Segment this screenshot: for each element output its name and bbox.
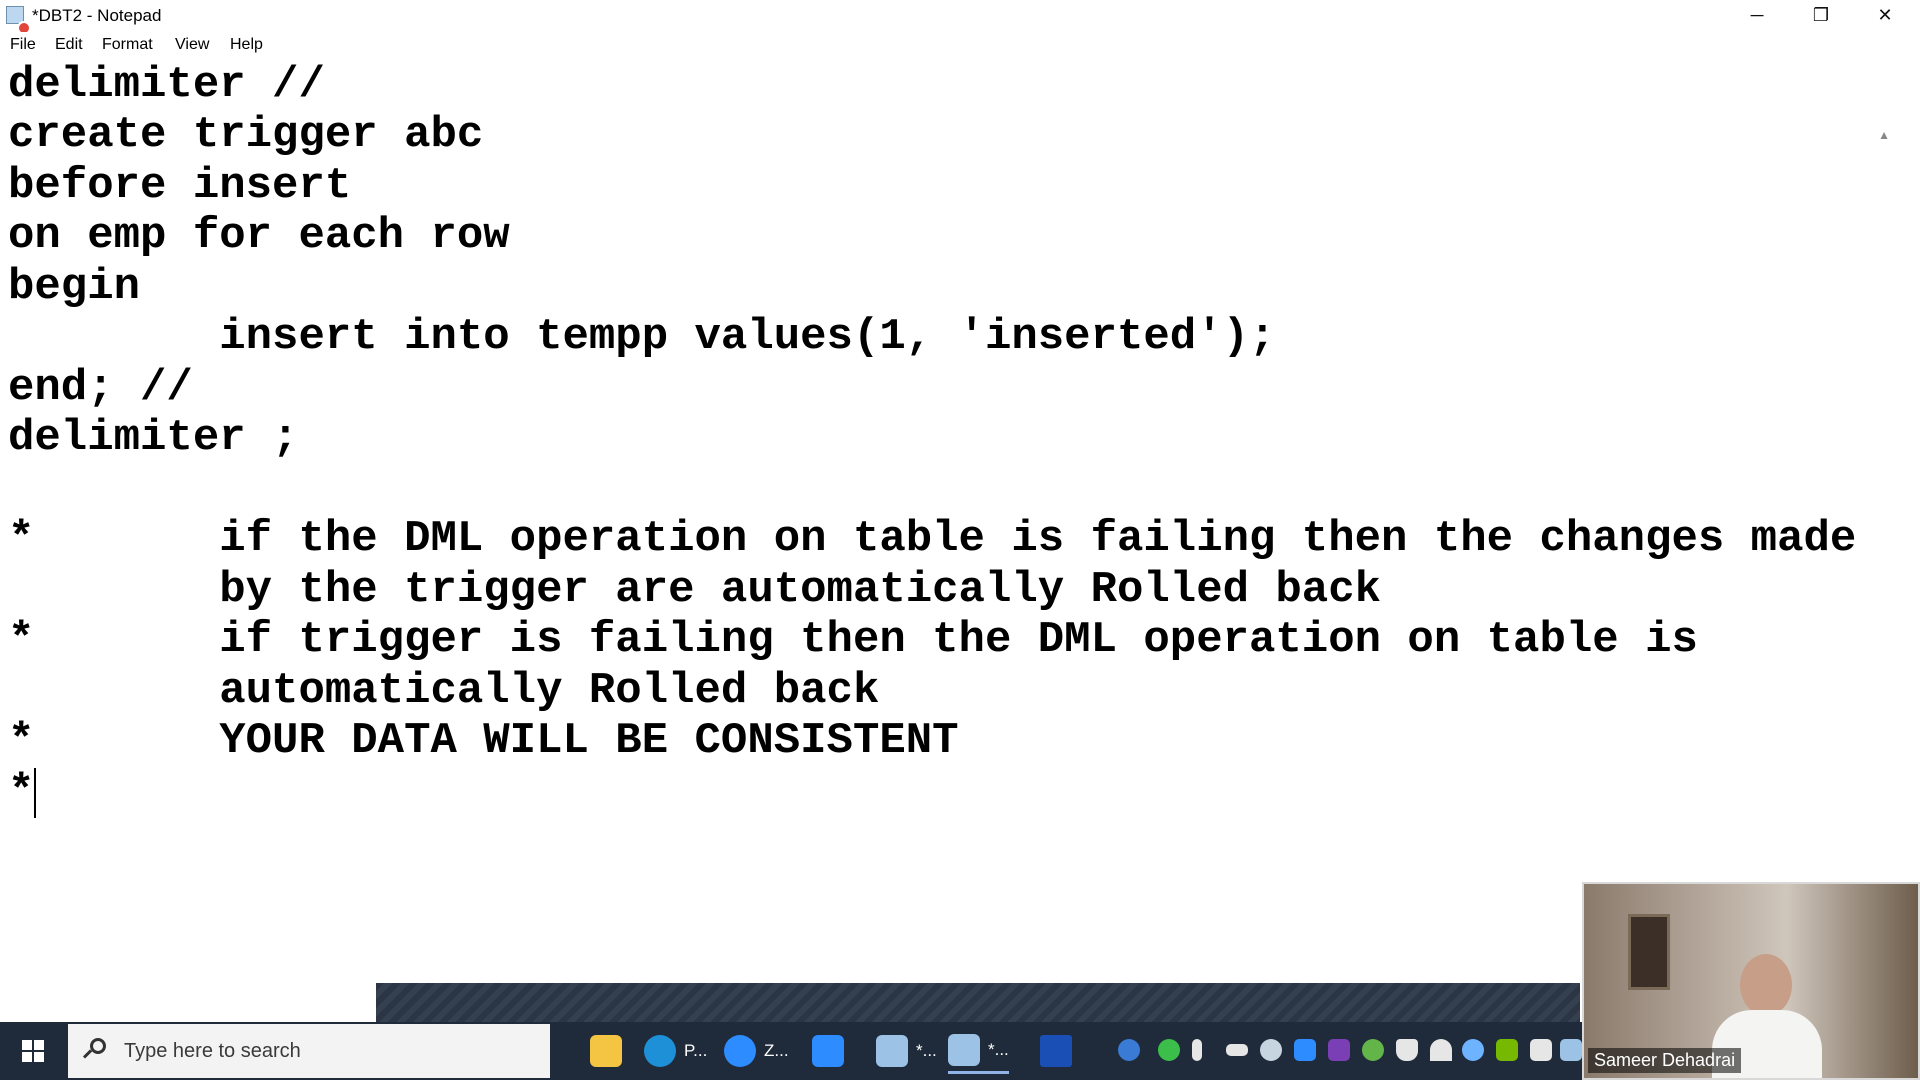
help-icon[interactable] — [1118, 1039, 1140, 1061]
menu-help[interactable]: Help — [230, 36, 263, 54]
onenote-icon[interactable] — [1328, 1039, 1350, 1061]
code-line: on emp for each row — [8, 211, 510, 261]
menu-edit[interactable]: Edit — [55, 36, 83, 54]
nvidia-icon[interactable] — [1496, 1039, 1518, 1061]
start-button[interactable] — [0, 1022, 66, 1080]
display-icon[interactable] — [1530, 1039, 1552, 1061]
code-line: create trigger abc — [8, 110, 484, 160]
text-caret — [34, 768, 36, 818]
search-icon — [82, 1036, 112, 1066]
close-button[interactable]: ✕ — [1854, 0, 1916, 30]
taskbar-app-notepad[interactable]: *... — [876, 1028, 937, 1074]
taskbar-app-notepad-active[interactable]: *... — [948, 1028, 1009, 1074]
search-placeholder: Type here to search — [124, 1039, 301, 1062]
zoom-meeting-icon — [812, 1035, 844, 1067]
code-line: by the trigger are automatically Rolled … — [8, 565, 1382, 615]
code-line: * — [8, 767, 35, 817]
network-icon[interactable] — [1560, 1039, 1582, 1061]
code-line: delimiter // — [8, 60, 325, 110]
taskbar-app-zoom-meeting[interactable] — [812, 1028, 844, 1074]
windows-logo-icon — [22, 1040, 44, 1062]
stock-chart-icon — [1040, 1035, 1072, 1067]
menu-bar: File Edit Format View Help — [0, 32, 1920, 58]
title-bar: *DBT2 - Notepad ─ ❐ ✕ — [0, 0, 1920, 35]
window-title: *DBT2 - Notepad — [32, 6, 162, 25]
snowflake-icon[interactable] — [1462, 1039, 1484, 1061]
code-line: * YOUR DATA WILL BE CONSISTENT — [8, 716, 959, 766]
horizontal-scrollbar[interactable] — [376, 983, 1580, 1023]
defender-icon[interactable] — [1396, 1039, 1418, 1061]
code-line: automatically Rolled back — [8, 666, 880, 716]
menu-view[interactable]: View — [175, 36, 209, 54]
code-line: begin — [8, 262, 141, 312]
battery-icon[interactable] — [1226, 1044, 1248, 1056]
participant-name-label: Sameer Dehadrai — [1588, 1048, 1742, 1073]
scroll-up-arrow-icon[interactable]: ▲ — [1878, 128, 1890, 142]
notepad-app-icon[interactable] — [6, 6, 31, 35]
notepad-icon — [876, 1035, 908, 1067]
wall-picture-frame — [1628, 914, 1670, 990]
update-icon[interactable] — [1362, 1039, 1384, 1061]
zoom-tray-icon[interactable] — [1294, 1039, 1316, 1061]
menu-file[interactable]: File — [10, 36, 36, 54]
code-line: end; // — [8, 363, 193, 413]
wifi-icon[interactable] — [1430, 1039, 1452, 1061]
steam-icon[interactable] — [1260, 1039, 1282, 1061]
taskbar-app-label: Z... — [764, 1041, 789, 1060]
notepad-active-icon — [948, 1033, 980, 1066]
code-line: * if the DML operation on table is faili… — [8, 514, 1857, 564]
taskbar-app-label: *... — [988, 1039, 1009, 1059]
edge-icon — [644, 1035, 676, 1067]
taskbar-search-box[interactable]: Type here to search — [68, 1024, 550, 1078]
code-line: * if trigger is failing then the DML ope… — [8, 615, 1698, 665]
text-editor[interactable]: delimiter // create trigger abc before i… — [0, 60, 1898, 985]
menu-format[interactable]: Format — [102, 36, 153, 54]
code-line: delimiter ; — [8, 413, 299, 463]
zoom-icon — [724, 1035, 756, 1067]
taskbar-app-zoom[interactable]: Z... — [724, 1028, 789, 1074]
file-explorer-icon — [590, 1035, 622, 1067]
microphone-icon[interactable] — [1192, 1039, 1202, 1061]
taskbar-app-label: P... — [684, 1041, 708, 1060]
webcam-video[interactable]: Sameer Dehadrai — [1582, 882, 1920, 1080]
check-shield-icon[interactable] — [1158, 1039, 1180, 1061]
taskbar-app-label: *... — [916, 1041, 937, 1060]
code-line: insert into tempp values(1, 'inserted'); — [8, 312, 1276, 362]
code-line: before insert — [8, 161, 352, 211]
minimize-button[interactable]: ─ — [1726, 0, 1788, 30]
taskbar-app-stock-chart[interactable] — [1040, 1028, 1072, 1074]
restore-button[interactable]: ❐ — [1790, 0, 1852, 30]
taskbar-app-file-explorer[interactable] — [590, 1028, 622, 1074]
taskbar-app-edge[interactable]: P... — [644, 1028, 707, 1074]
